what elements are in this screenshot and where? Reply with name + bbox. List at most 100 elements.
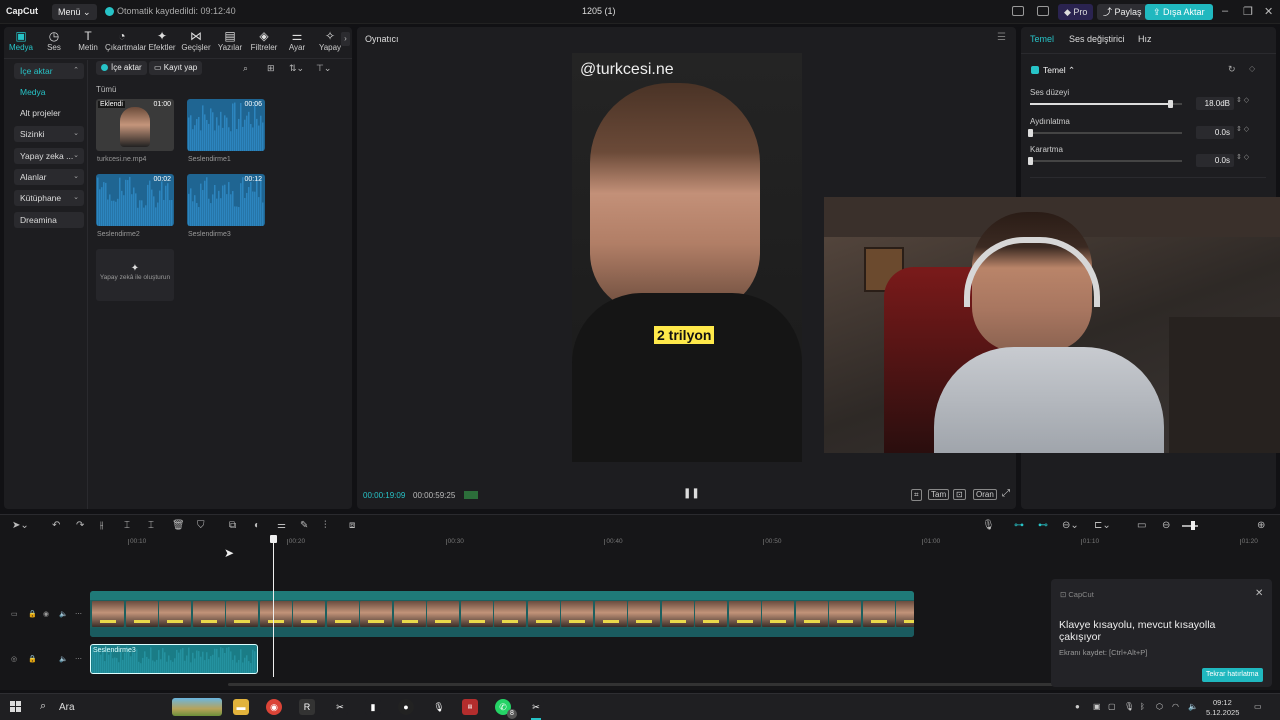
capcut-icon[interactable]: ✂ (332, 699, 348, 715)
redo-icon[interactable]: ↷ (76, 520, 84, 531)
search-icon[interactable]: ⌕ (40, 700, 46, 713)
sidebar-item-media[interactable]: Medya (14, 84, 84, 100)
voice-app-icon[interactable]: ▤ (462, 699, 478, 715)
microphone-app-icon[interactable]: 🎙 (431, 699, 447, 715)
delete-icon[interactable]: 🗑 (172, 520, 185, 531)
fade-in-slider[interactable] (1030, 132, 1182, 134)
video-clip[interactable] (90, 591, 914, 637)
eye-icon[interactable]: ◉ (43, 610, 49, 618)
fade-out-slider[interactable] (1030, 160, 1182, 162)
zoom-out-icon[interactable]: ⊖ (1162, 520, 1170, 531)
tab-metin[interactable]: T Metin (71, 29, 105, 52)
weather-widget-icon[interactable] (172, 698, 222, 716)
preview-axis-icon[interactable]: ⊖⌄ (1062, 520, 1079, 531)
tab-ayar[interactable]: ⚌ Ayar (280, 29, 314, 52)
tab-speed[interactable]: Hız (1138, 34, 1152, 44)
undo-icon[interactable]: ↶ (52, 520, 60, 531)
zoom-slider[interactable] (1182, 525, 1198, 527)
tray-icon[interactable]: ▢ (1108, 702, 1116, 711)
zoom-fit-icon[interactable]: ⊕ (1257, 520, 1265, 531)
magic-icon[interactable]: ✎ (300, 520, 308, 531)
search-icon[interactable]: ⌕ (243, 63, 248, 74)
fade-out-slider-knob[interactable] (1028, 157, 1033, 165)
mouse-app-icon[interactable]: ▮ (365, 699, 381, 715)
audio-track-icon[interactable]: ◎ (11, 655, 17, 663)
volume-icon[interactable]: 🔈 (1188, 702, 1198, 711)
media-item-video[interactable]: Eklendi 01:00 (96, 99, 174, 151)
remind-again-button[interactable]: Tekrar hatırlatma (1202, 668, 1263, 682)
sidebar-item-dreamina[interactable]: Dreamina (14, 212, 84, 228)
lock-icon[interactable]: 🔒 (28, 610, 37, 618)
replace-icon[interactable]: ⧉ (229, 520, 236, 531)
app-r-icon[interactable]: R (299, 699, 315, 715)
shortcuts-icon[interactable] (1037, 6, 1049, 16)
volume-slider-knob[interactable] (1167, 100, 1173, 108)
sidebar-item-spaces[interactable]: Alanlar ⌄ (14, 169, 84, 185)
file-explorer-icon[interactable]: ▬ (233, 699, 249, 715)
media-item-audio[interactable]: 00:12 (187, 174, 265, 226)
tray-icon[interactable]: ⬡ (1156, 702, 1163, 711)
link-icon[interactable]: ⊷ (1038, 520, 1048, 531)
share-button[interactable]: ⤴ Paylaş (1097, 4, 1148, 20)
fade-out-stepper-icon[interactable]: ⇕ ◇ (1236, 153, 1249, 161)
taskbar-search[interactable]: Ara (59, 702, 75, 713)
playhead-handle[interactable] (270, 535, 277, 543)
split-icon[interactable]: ⫲ (100, 520, 103, 531)
crop-icon[interactable]: ⌗ (911, 489, 922, 501)
track-cover-icon[interactable]: ▭ (11, 610, 18, 618)
zoom-slider-knob[interactable] (1191, 521, 1195, 530)
capcut-active-icon[interactable]: ✂ (528, 699, 544, 715)
audio-clip[interactable]: Seslendirme3 (90, 644, 258, 674)
trim-right-icon[interactable]: ⌶ (148, 520, 154, 531)
speaker-icon[interactable]: 🔈 (59, 655, 68, 663)
reset-icon[interactable]: ↻ (1228, 64, 1236, 75)
obs-icon[interactable]: ● (398, 699, 414, 715)
record-button[interactable]: ▭ Kayıt yap (149, 61, 203, 75)
tab-medya[interactable]: ▣ Medya (4, 29, 38, 52)
tab-yazılar[interactable]: ▤ Yazılar (213, 29, 247, 52)
clock-time[interactable]: 09:12 (1213, 698, 1232, 707)
menu-button[interactable]: Menü ⌄ (52, 4, 97, 20)
shield-icon[interactable]: ⛉ (197, 520, 205, 531)
full-quality-button[interactable]: Tam (928, 489, 950, 500)
layout-icon[interactable] (1012, 6, 1024, 16)
fullscreen-icon[interactable]: ⤢ (1002, 488, 1010, 499)
sort-icon[interactable]: ⇅⌄ (289, 63, 304, 74)
basic-section-title[interactable]: Temel ⌃ (1043, 65, 1075, 76)
lock-icon[interactable]: 🔒 (28, 655, 37, 663)
speaker-icon[interactable]: 🔈 (59, 610, 68, 618)
sidebar-item-ai[interactable]: Yapay zeka ... ⌄ (14, 148, 84, 164)
caption-icon[interactable]: ▭ (1137, 520, 1146, 531)
fade-in-slider-knob[interactable] (1028, 129, 1033, 137)
tab-voice-changer[interactable]: Ses değiştirici (1069, 34, 1125, 44)
sidebar-item-yours[interactable]: Sizinki ⌄ (14, 126, 84, 142)
tray-icon[interactable]: ▣ (1093, 702, 1101, 711)
grid-view-icon[interactable]: ⊞ (267, 63, 275, 74)
sidebar-item-import[interactable]: İçe aktar ⌃ (14, 63, 84, 79)
audio-split-icon[interactable]: ⫶ (324, 520, 327, 531)
media-item-audio[interactable]: 00:06 (187, 99, 265, 151)
fade-out-value[interactable]: 0.0s (1196, 154, 1234, 167)
bluetooth-icon[interactable]: ᛒ (1140, 702, 1145, 711)
tab-ses[interactable]: ◷ Ses (37, 29, 71, 52)
tab-geçişler[interactable]: ⋈ Geçişler (179, 29, 213, 52)
fade-in-stepper-icon[interactable]: ⇕ ◇ (1236, 125, 1249, 133)
basic-checkbox[interactable] (1031, 66, 1039, 74)
chrome-icon[interactable]: ◉ (266, 699, 282, 715)
maximize-icon[interactable]: ❐ (1243, 5, 1253, 18)
pro-button[interactable]: ◆ Pro (1058, 4, 1094, 20)
import-button[interactable]: İçe aktar (96, 61, 147, 75)
ratio-button[interactable]: Oran (973, 489, 997, 500)
trim-left-icon[interactable]: ⌶ (124, 520, 130, 531)
ai-generate-card[interactable]: ✦ Yapay zekâ ile oluşturun (96, 249, 174, 301)
volume-value[interactable]: 18.0dB (1196, 97, 1234, 110)
tab-efektler[interactable]: ✦ Efektler (145, 29, 179, 52)
filter-icon[interactable]: ⊤⌄ (316, 63, 331, 74)
player-menu-icon[interactable]: ☰ (997, 32, 1006, 43)
caption-edit-icon[interactable]: ⧈ (349, 520, 355, 531)
fade-in-value[interactable]: 0.0s (1196, 126, 1234, 139)
sidebar-item-subprojects[interactable]: Alt projeler (14, 105, 84, 121)
video-preview[interactable]: @turkcesi.ne 2 trilyon (572, 53, 802, 462)
magnet-icon[interactable]: ⊶ (1014, 520, 1024, 531)
tray-app-icon[interactable]: ● (1075, 702, 1080, 711)
